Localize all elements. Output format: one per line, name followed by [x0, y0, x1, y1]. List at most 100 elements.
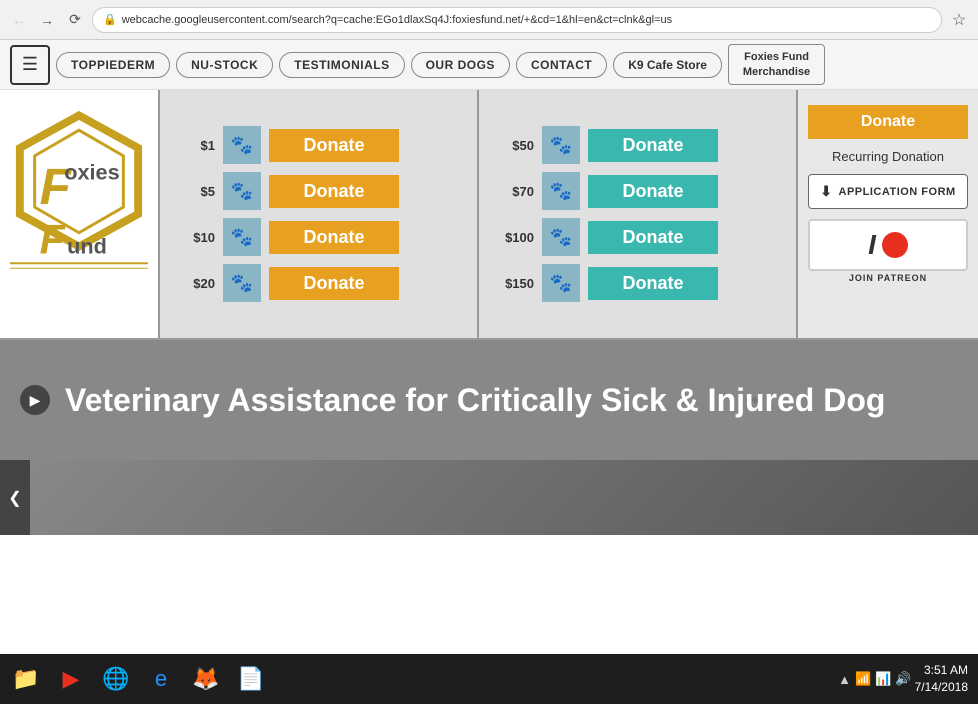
- donate-btn-150[interactable]: Donate: [588, 267, 718, 300]
- donate-left-panel: $1 🐾 Donate $5 🐾 Donate $10 🐾 Donate $20…: [160, 90, 479, 338]
- strip-content: [30, 460, 978, 535]
- paw-icon-1: 🐾: [231, 135, 253, 156]
- paw-icon-5: 🐾: [231, 181, 253, 202]
- reload-button[interactable]: ⟳: [64, 9, 86, 31]
- patreon-section: I JOIN PATREON: [808, 219, 968, 283]
- taskbar-files-button[interactable]: 📁: [5, 658, 47, 700]
- clock-time: 3:51 AM: [915, 662, 968, 679]
- donate-main-button[interactable]: Donate: [808, 105, 968, 139]
- main-content: F oxies F und $1 🐾 Donate $5 🐾 Donate $1…: [0, 90, 978, 340]
- firefox-icon: 🦊: [192, 666, 219, 692]
- amount-1: $1: [180, 138, 215, 153]
- nav-testimonials[interactable]: TESTIMONIALS: [279, 52, 404, 78]
- bookmark-button[interactable]: ☆: [948, 9, 970, 31]
- donate-row-5: $5 🐾 Donate: [180, 172, 457, 210]
- application-form-button[interactable]: ⬇ APPLICATION FORM: [808, 174, 968, 209]
- back-button[interactable]: ←: [8, 9, 30, 31]
- paw-icon-50: 🐾: [550, 135, 572, 156]
- paw-btn-5[interactable]: 🐾: [223, 172, 261, 210]
- patreon-circle-icon: [882, 232, 908, 258]
- amount-100: $100: [499, 230, 534, 245]
- banner-dot: [752, 397, 758, 403]
- tray-sound-icon[interactable]: 🔊: [895, 671, 911, 687]
- paw-btn-50[interactable]: 🐾: [542, 126, 580, 164]
- donate-btn-5[interactable]: Donate: [269, 175, 399, 208]
- donate-row-70: $70 🐾 Donate: [499, 172, 776, 210]
- media-icon: ▶: [63, 666, 80, 692]
- paw-icon-10: 🐾: [231, 227, 253, 248]
- paw-icon-20: 🐾: [231, 273, 253, 294]
- patreon-i-icon: I: [868, 229, 876, 261]
- donate-btn-70[interactable]: Donate: [588, 175, 718, 208]
- taskbar-media-button[interactable]: ▶: [50, 658, 92, 700]
- donate-row-150: $150 🐾 Donate: [499, 264, 776, 302]
- donate-row-1: $1 🐾 Donate: [180, 126, 457, 164]
- amount-10: $10: [180, 230, 215, 245]
- paw-icon-100: 🐾: [550, 227, 572, 248]
- svg-text:F: F: [40, 216, 67, 262]
- taskbar-clock: 3:51 AM 7/14/2018: [915, 662, 973, 696]
- nav-contact[interactable]: CONTACT: [516, 52, 607, 78]
- taskbar-chrome-button[interactable]: 🌐: [95, 658, 137, 700]
- play-button[interactable]: ▶: [20, 385, 50, 415]
- menu-button[interactable]: ☰: [10, 45, 50, 85]
- nav-our-dogs[interactable]: OUR DOGS: [411, 52, 510, 78]
- patreon-label: JOIN PATREON: [808, 273, 968, 283]
- amount-5: $5: [180, 184, 215, 199]
- paw-btn-70[interactable]: 🐾: [542, 172, 580, 210]
- forward-button[interactable]: →: [36, 9, 58, 31]
- recurring-text: Recurring Donation: [832, 149, 944, 164]
- nav-cafe-store[interactable]: K9 Cafe Store: [613, 52, 722, 78]
- tray-signal-icon[interactable]: 📊: [875, 671, 891, 687]
- donate-row-10: $10 🐾 Donate: [180, 218, 457, 256]
- banner-section: ▶ Veterinary Assistance for Critically S…: [0, 340, 978, 460]
- donate-row-50: $50 🐾 Donate: [499, 126, 776, 164]
- paw-btn-20[interactable]: 🐾: [223, 264, 261, 302]
- donate-btn-20[interactable]: Donate: [269, 267, 399, 300]
- donate-btn-10[interactable]: Donate: [269, 221, 399, 254]
- chrome-icon: 🌐: [102, 666, 129, 692]
- taskbar-ie-button[interactable]: e: [140, 658, 182, 700]
- donate-btn-1[interactable]: Donate: [269, 129, 399, 162]
- amount-20: $20: [180, 276, 215, 291]
- taskbar-reader-button[interactable]: 📄: [230, 658, 272, 700]
- download-icon: ⬇: [820, 183, 832, 200]
- patreon-button[interactable]: I: [808, 219, 968, 271]
- donate-btn-50[interactable]: Donate: [588, 129, 718, 162]
- amount-150: $150: [499, 276, 534, 291]
- nav-nu-stock[interactable]: NU-STOCK: [176, 52, 273, 78]
- svg-text:oxies: oxies: [64, 160, 119, 185]
- paw-btn-150[interactable]: 🐾: [542, 264, 580, 302]
- address-bar[interactable]: 🔒 webcache.googleusercontent.com/search?…: [92, 7, 942, 33]
- paw-btn-10[interactable]: 🐾: [223, 218, 261, 256]
- ie-icon: e: [155, 666, 167, 692]
- navigation-bar: ☰ TOPPIEDERM NU-STOCK TESTIMONIALS OUR D…: [0, 40, 978, 90]
- tray-arrow-icon[interactable]: ▲: [838, 672, 851, 687]
- banner-text: Veterinary Assistance for Critically Sic…: [65, 382, 885, 419]
- paw-btn-100[interactable]: 🐾: [542, 218, 580, 256]
- donate-sidebar: Donate Recurring Donation ⬇ APPLICATION …: [798, 90, 978, 338]
- taskbar-firefox-button[interactable]: 🦊: [185, 658, 227, 700]
- nav-merchandise[interactable]: Foxies FundMerchandise: [728, 44, 825, 85]
- clock-date: 7/14/2018: [915, 679, 968, 696]
- taskbar: 📁 ▶ 🌐 e 🦊 📄 ▲ 📶 📊 🔊 3:51 AM 7/14/2018: [0, 654, 978, 704]
- url-text: webcache.googleusercontent.com/search?q=…: [122, 14, 672, 26]
- chevron-left-icon: ❮: [8, 488, 21, 508]
- donate-btn-100[interactable]: Donate: [588, 221, 718, 254]
- tray-wifi-icon[interactable]: 📶: [855, 671, 871, 687]
- paw-icon-70: 🐾: [550, 181, 572, 202]
- nav-toppiederm[interactable]: TOPPIEDERM: [56, 52, 170, 78]
- image-strip: ❮: [0, 460, 978, 535]
- reader-icon: 📄: [237, 666, 264, 692]
- system-tray: ▲ 📶 📊 🔊: [838, 671, 911, 687]
- paw-icon-150: 🐾: [550, 273, 572, 294]
- browser-chrome: ← → ⟳ 🔒 webcache.googleusercontent.com/s…: [0, 0, 978, 40]
- paw-btn-1[interactable]: 🐾: [223, 126, 261, 164]
- donate-row-20: $20 🐾 Donate: [180, 264, 457, 302]
- strip-left-button[interactable]: ❮: [0, 460, 30, 535]
- amount-70: $70: [499, 184, 534, 199]
- donate-right-panel: $50 🐾 Donate $70 🐾 Donate $100 🐾 Donate …: [479, 90, 798, 338]
- files-icon: 📁: [12, 666, 39, 692]
- hamburger-icon: ☰: [22, 54, 38, 75]
- logo-section: F oxies F und: [0, 90, 160, 338]
